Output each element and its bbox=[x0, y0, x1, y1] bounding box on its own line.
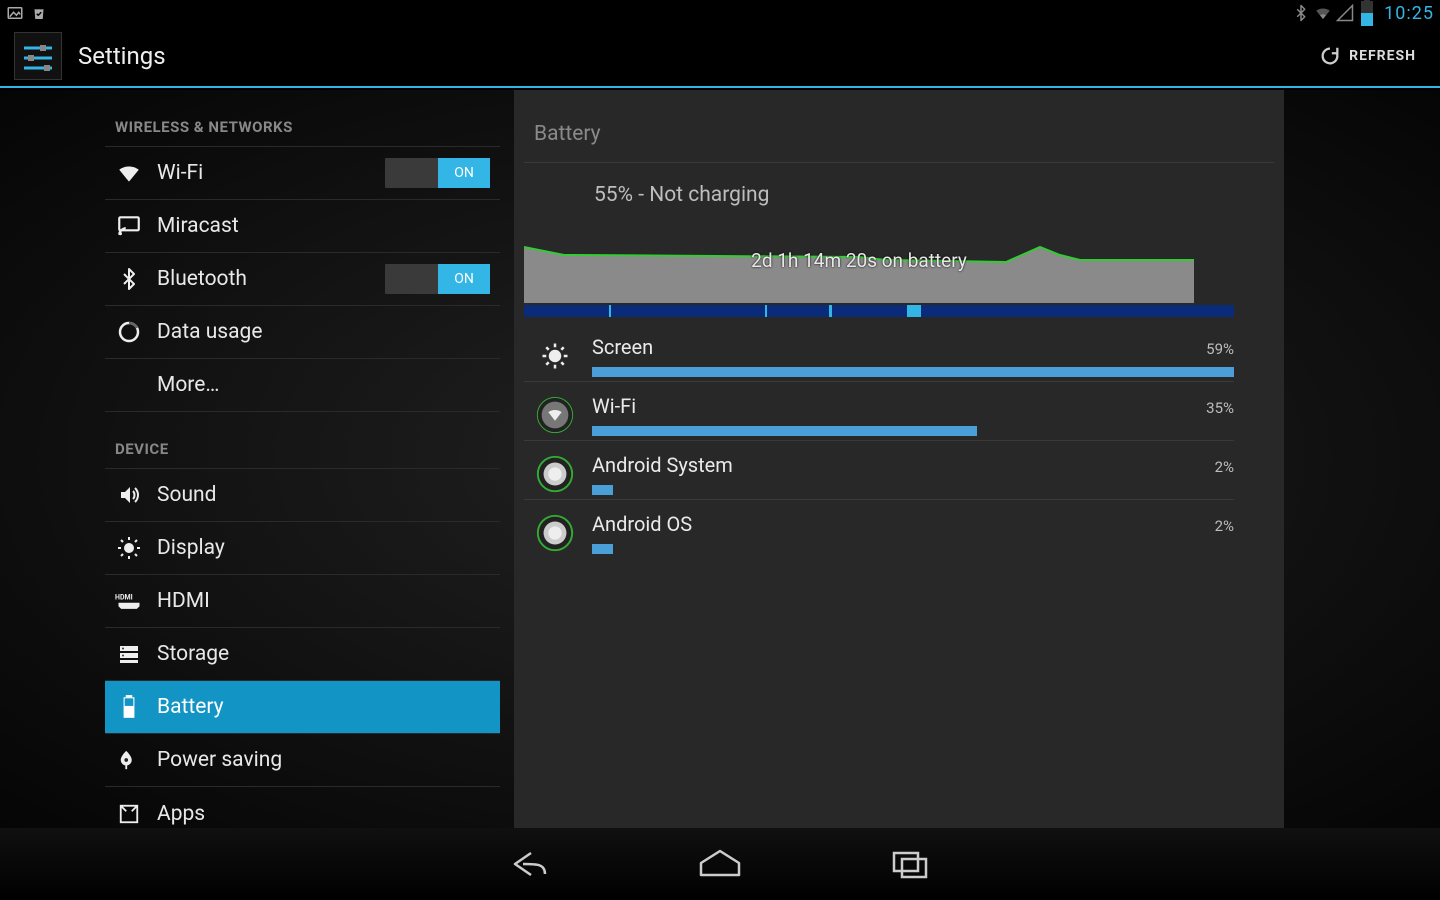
usage-name: Android OS bbox=[592, 512, 692, 536]
nav-home-button[interactable] bbox=[690, 844, 750, 884]
body-area: WIRELESS & NETWORKS Wi-Fi ON Miracast Bl… bbox=[0, 90, 1440, 828]
toggle-knob-label: ON bbox=[438, 158, 490, 188]
sidebar-item-miracast[interactable]: Miracast bbox=[105, 200, 500, 253]
sidebar-item-battery[interactable]: Battery bbox=[105, 681, 500, 734]
wifi-toggle[interactable]: ON bbox=[385, 158, 490, 188]
screen-usage-icon bbox=[534, 335, 576, 377]
hdmi-icon: HDMI bbox=[115, 587, 143, 615]
battery-icon bbox=[115, 693, 143, 721]
sidebar-item-label: Wi-Fi bbox=[157, 161, 385, 185]
data-usage-icon bbox=[115, 318, 143, 346]
wifi-icon bbox=[115, 159, 143, 187]
sidebar-item-label: Miracast bbox=[157, 214, 490, 238]
apps-icon bbox=[115, 800, 143, 828]
usage-bar bbox=[592, 367, 1234, 377]
sound-icon bbox=[115, 481, 143, 509]
main-column: Battery 55% - Not charging 2d 1h 14m 20s… bbox=[500, 90, 1440, 828]
battery-timeline-strip bbox=[524, 305, 1234, 317]
miracast-icon bbox=[115, 212, 143, 240]
sidebar-item-storage[interactable]: Storage bbox=[105, 628, 500, 681]
app-header: Settings REFRESH bbox=[0, 26, 1440, 88]
back-icon bbox=[509, 849, 551, 879]
usage-row-android-system[interactable]: Android System 2% bbox=[524, 440, 1234, 499]
section-header-wireless: WIRELESS & NETWORKS bbox=[105, 90, 500, 147]
refresh-label: REFRESH bbox=[1349, 48, 1416, 64]
battery-graph-svg bbox=[524, 225, 1194, 303]
sidebar-item-data-usage[interactable]: Data usage bbox=[105, 306, 500, 359]
status-bar-right: 10:25 bbox=[1292, 3, 1434, 24]
sidebar-item-label: Display bbox=[157, 536, 490, 560]
usage-pct: 2% bbox=[1215, 517, 1234, 535]
usage-bar bbox=[592, 485, 1234, 495]
settings-app-icon[interactable] bbox=[14, 32, 62, 80]
usage-row-android-os[interactable]: Android OS 2% bbox=[524, 499, 1234, 558]
sidebar-item-label: Power saving bbox=[157, 748, 490, 772]
storage-icon bbox=[115, 640, 143, 668]
refresh-button[interactable]: REFRESH bbox=[1309, 35, 1426, 77]
panel-title: Battery bbox=[524, 90, 1274, 162]
app-title: Settings bbox=[78, 42, 166, 70]
sidebar-item-label: Apps bbox=[157, 802, 490, 826]
usage-bar bbox=[592, 426, 1234, 436]
sidebar-item-bluetooth[interactable]: Bluetooth ON bbox=[105, 253, 500, 306]
sidebar-item-label: Bluetooth bbox=[157, 267, 385, 291]
battery-status-line: 55% - Not charging bbox=[524, 163, 1274, 225]
sidebar-item-label: More… bbox=[157, 373, 490, 397]
bluetooth-status-icon bbox=[1292, 4, 1310, 22]
nav-recent-button[interactable] bbox=[880, 844, 940, 884]
bluetooth-toggle[interactable]: ON bbox=[385, 264, 490, 294]
recent-apps-icon bbox=[890, 849, 930, 879]
nav-back-button[interactable] bbox=[500, 844, 560, 884]
sidebar-item-display[interactable]: Display bbox=[105, 522, 500, 575]
usage-bar bbox=[592, 544, 1234, 554]
sidebar-item-hdmi[interactable]: HDMI HDMI bbox=[105, 575, 500, 628]
status-clock: 10:25 bbox=[1384, 3, 1434, 24]
picture-icon bbox=[6, 4, 24, 22]
sidebar-item-label: Data usage bbox=[157, 320, 490, 344]
status-bar: 10:25 bbox=[0, 0, 1440, 26]
display-icon bbox=[115, 534, 143, 562]
battery-graph[interactable]: 2d 1h 14m 20s on battery bbox=[524, 225, 1234, 303]
wifi-status-icon bbox=[1314, 4, 1332, 22]
sidebar: WIRELESS & NETWORKS Wi-Fi ON Miracast Bl… bbox=[0, 90, 500, 828]
shopping-bag-icon bbox=[30, 4, 48, 22]
sidebar-item-label: HDMI bbox=[157, 589, 490, 613]
usage-row-wifi[interactable]: Wi-Fi 35% bbox=[524, 381, 1234, 440]
section-header-device: DEVICE bbox=[105, 412, 500, 469]
refresh-icon bbox=[1319, 45, 1341, 67]
bluetooth-icon bbox=[115, 265, 143, 293]
usage-name: Wi-Fi bbox=[592, 394, 636, 418]
toggle-knob-label: ON bbox=[438, 264, 490, 294]
battery-status-icon bbox=[1358, 4, 1376, 22]
android-system-usage-icon bbox=[534, 453, 576, 495]
sidebar-item-more[interactable]: More… bbox=[105, 359, 500, 412]
usage-pct: 59% bbox=[1206, 340, 1234, 358]
sidebar-item-power-saving[interactable]: Power saving bbox=[105, 734, 500, 787]
sidebar-item-apps[interactable]: Apps bbox=[105, 787, 500, 828]
usage-pct: 35% bbox=[1206, 399, 1234, 417]
power-saving-icon bbox=[115, 746, 143, 774]
sidebar-item-wifi[interactable]: Wi-Fi ON bbox=[105, 147, 500, 200]
usage-name: Android System bbox=[592, 453, 733, 477]
usage-row-screen[interactable]: Screen 59% bbox=[524, 323, 1234, 381]
battery-panel: Battery 55% - Not charging 2d 1h 14m 20s… bbox=[514, 90, 1284, 828]
sidebar-item-label: Storage bbox=[157, 642, 490, 666]
usage-name: Screen bbox=[592, 335, 653, 359]
sidebar-item-label: Battery bbox=[157, 695, 490, 719]
android-os-usage-icon bbox=[534, 512, 576, 554]
navigation-bar bbox=[0, 828, 1440, 900]
sidebar-item-sound[interactable]: Sound bbox=[105, 469, 500, 522]
sidebar-item-label: Sound bbox=[157, 483, 490, 507]
home-icon bbox=[697, 849, 743, 879]
svg-text:HDMI: HDMI bbox=[115, 593, 133, 601]
wifi-usage-icon bbox=[534, 394, 576, 436]
signal-status-icon bbox=[1336, 4, 1354, 22]
status-bar-left bbox=[6, 4, 48, 22]
usage-pct: 2% bbox=[1215, 458, 1234, 476]
